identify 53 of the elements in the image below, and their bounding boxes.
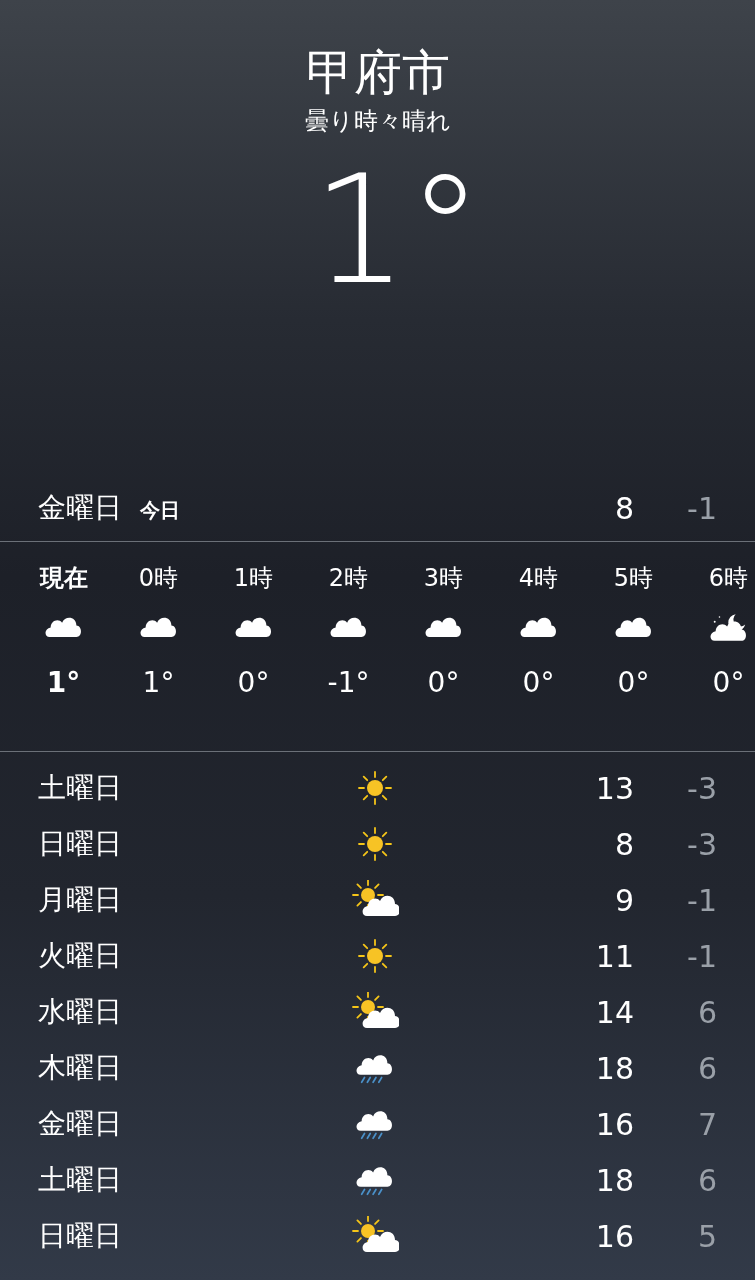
sun-icon <box>355 768 395 808</box>
hour-temperature: 0° <box>712 665 745 701</box>
sun-icon <box>355 936 395 976</box>
hour-label: 1時 <box>233 563 274 592</box>
high-temperature: 16 <box>594 1217 634 1256</box>
low-temperature: -3 <box>686 769 717 808</box>
city-name: 甲府市 <box>305 43 450 102</box>
low-temperature: 5 <box>696 1217 717 1256</box>
low-temperature: 6 <box>696 1049 717 1088</box>
current-temperature: 1° <box>311 142 483 319</box>
day-name: 日曜日 <box>37 826 123 862</box>
day-name: 月曜日 <box>37 882 123 918</box>
day-name: 水曜日 <box>37 994 123 1030</box>
hour-label: 3時 <box>423 563 464 592</box>
hour-label: 0時 <box>138 563 179 592</box>
low-temperature: 7 <box>696 1105 717 1144</box>
low-temperature: 6 <box>696 1161 717 1200</box>
high-temperature: 11 <box>594 937 634 976</box>
day-name: 火曜日 <box>37 938 123 974</box>
day-name: 金曜日 <box>37 1106 123 1142</box>
hour-label: 現在 <box>39 563 88 592</box>
hour-temperature: 0° <box>617 665 650 701</box>
high-temperature: 14 <box>594 993 634 1032</box>
low-temperature: -1 <box>686 881 717 920</box>
high-temperature: 18 <box>594 1161 634 1200</box>
high-temperature: 18 <box>594 1049 634 1088</box>
hour-temperature: -1° <box>327 665 370 701</box>
hour-label: 5時 <box>613 563 654 592</box>
day-name: 木曜日 <box>37 1050 123 1086</box>
hour-temperature: 0° <box>522 665 555 701</box>
weather-condition: 曇り時々晴れ <box>304 106 451 136</box>
high-temperature: 16 <box>594 1105 634 1144</box>
today-label: 今日 <box>140 497 180 524</box>
day-name: 日曜日 <box>37 1218 123 1254</box>
hour-temperature: 1° <box>142 665 175 701</box>
hour-temperature: 0° <box>237 665 270 701</box>
day-name: 土曜日 <box>37 1162 123 1198</box>
hour-label: 6時 <box>708 563 749 592</box>
low-temperature: -1 <box>686 937 717 976</box>
hour-temperature: 0° <box>427 665 460 701</box>
low-temperature: -1 <box>686 489 717 528</box>
sun-icon <box>355 824 395 864</box>
hour-temperature: 1° <box>46 665 81 701</box>
high-temperature: 13 <box>594 769 634 808</box>
high-temperature: 8 <box>613 489 634 528</box>
day-name: 土曜日 <box>37 770 123 806</box>
high-temperature: 9 <box>613 881 634 920</box>
day-name: 金曜日 <box>38 490 122 526</box>
hour-label: 4時 <box>518 563 559 592</box>
low-temperature: -3 <box>686 825 717 864</box>
hour-label: 2時 <box>328 563 369 592</box>
high-temperature: 8 <box>613 825 634 864</box>
low-temperature: 6 <box>696 993 717 1032</box>
